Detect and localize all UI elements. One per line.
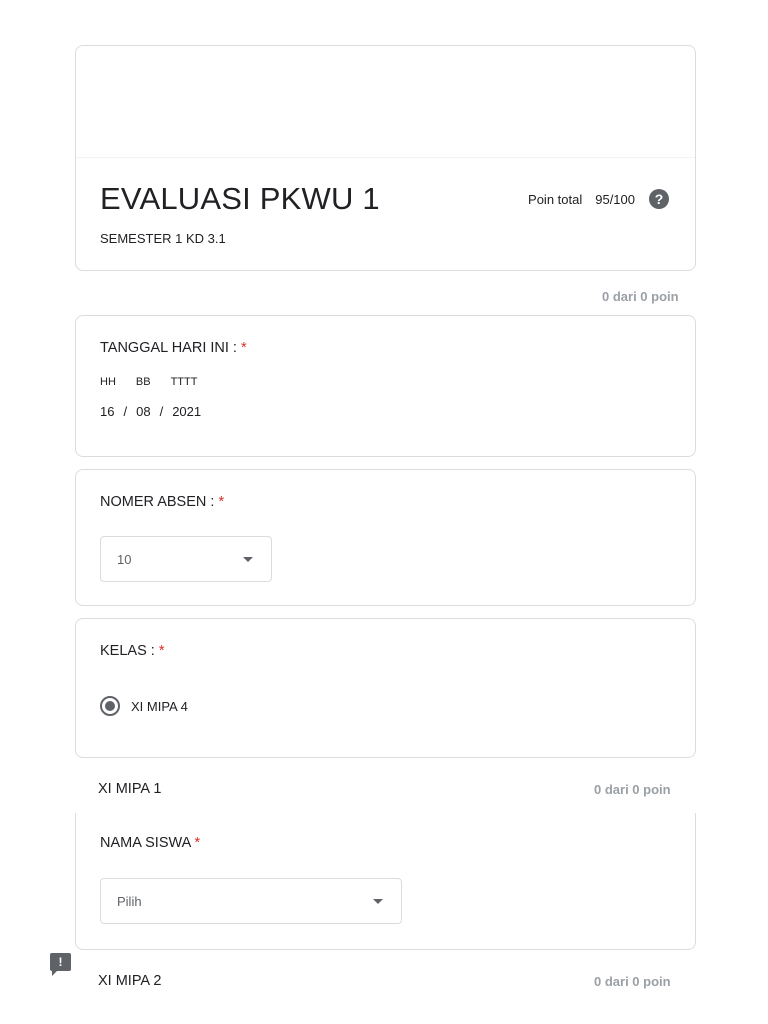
caret-down-icon xyxy=(373,899,383,904)
question-title: KELAS : * xyxy=(100,643,165,659)
question-title: TANGGAL HARI INI : * xyxy=(100,340,247,356)
section-title: XI MIPA 1 xyxy=(98,781,162,797)
radio-dot xyxy=(105,701,115,711)
question-title-text: NAMA SISWA xyxy=(100,835,191,851)
question-title: NOMER ABSEN : * xyxy=(100,494,224,510)
header-banner xyxy=(76,46,695,158)
form-title: EVALUASI PKWU 1 xyxy=(100,181,380,216)
question-title-text: KELAS : xyxy=(100,643,155,659)
question-card-kelas: KELAS : * XI MIPA 4 xyxy=(75,618,696,758)
required-mark: * xyxy=(218,494,225,510)
day-input[interactable]: 16 xyxy=(100,404,114,419)
form-header-card: EVALUASI PKWU 1 SEMESTER 1 KD 3.1 Poin t… xyxy=(75,45,696,271)
month-input[interactable]: 08 xyxy=(136,404,150,419)
help-circle-icon[interactable]: ? xyxy=(649,189,669,209)
question-card-absen: NOMER ABSEN : * 10 xyxy=(75,469,696,606)
date-separator: / xyxy=(123,404,128,419)
question-card-nama: NAMA SISWA * Pilih xyxy=(75,813,696,950)
section-points: 0 dari 0 poin xyxy=(594,782,671,797)
absen-dropdown[interactable]: 10 xyxy=(100,536,272,582)
year-label: TTTT xyxy=(170,376,198,388)
section-points: 0 dari 0 poin xyxy=(602,289,679,304)
feedback-icon[interactable]: ! xyxy=(50,953,71,976)
month-label: BB xyxy=(135,376,151,388)
year-input[interactable]: 2021 xyxy=(172,404,201,419)
radio-selected-icon[interactable] xyxy=(100,696,120,716)
radio-label: XI MIPA 4 xyxy=(131,698,188,714)
required-mark: * xyxy=(194,835,201,851)
date-input[interactable]: 16 / 08 / 2021 xyxy=(100,404,201,419)
points-value: 95/100 xyxy=(595,191,635,207)
section-title: XI MIPA 2 xyxy=(98,973,162,989)
date-separator: / xyxy=(159,404,164,419)
day-label: HH xyxy=(100,376,116,388)
question-title: NAMA SISWA * xyxy=(100,835,200,851)
required-mark: * xyxy=(158,643,165,659)
total-points: Poin total 95/100 ? xyxy=(528,189,669,209)
points-label: Poin total xyxy=(528,191,583,207)
question-title-text: NOMER ABSEN : xyxy=(100,494,215,510)
form-description: SEMESTER 1 KD 3.1 xyxy=(100,231,226,246)
caret-down-icon xyxy=(243,557,253,562)
dropdown-value: Pilih xyxy=(117,893,142,909)
radio-option[interactable]: XI MIPA 4 xyxy=(100,696,188,716)
question-card-date: TANGGAL HARI INI : * HH BB TTTT 16 / 08 … xyxy=(75,315,696,457)
question-title-text: TANGGAL HARI INI : xyxy=(100,340,237,356)
dropdown-value: 10 xyxy=(117,551,132,567)
required-mark: * xyxy=(241,340,247,356)
nama-dropdown[interactable]: Pilih xyxy=(100,878,402,924)
date-labels: HH BB TTTT xyxy=(100,376,217,388)
section-points: 0 dari 0 poin xyxy=(594,974,671,989)
